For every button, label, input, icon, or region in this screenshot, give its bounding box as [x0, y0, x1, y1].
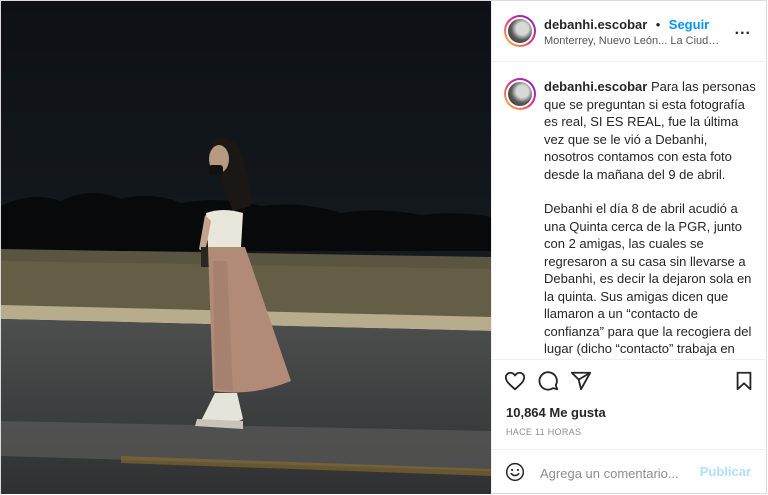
- post-sidebar: debanhi.escobar • Seguir Monterrey, Nuev…: [491, 1, 767, 494]
- header-line: debanhi.escobar • Seguir: [544, 16, 709, 34]
- emoji-icon[interactable]: [505, 462, 525, 482]
- more-options-button[interactable]: ...: [735, 21, 751, 39]
- caption-avatar[interactable]: [504, 78, 536, 110]
- avatar[interactable]: [504, 15, 536, 47]
- caption-username-link[interactable]: debanhi.escobar: [544, 79, 647, 94]
- separator: •: [655, 17, 661, 32]
- post-photo[interactable]: [1, 1, 491, 494]
- avatar-image: [508, 19, 532, 43]
- caption-avatar-image: [508, 82, 532, 106]
- follow-button[interactable]: Seguir: [669, 17, 709, 32]
- post-timestamp[interactable]: HACE 11 HORAS: [506, 427, 581, 437]
- caption-paragraph-1-text: Para las personas que se preguntan si es…: [544, 79, 756, 182]
- comment-icon[interactable]: [537, 370, 559, 392]
- username-link[interactable]: debanhi.escobar: [544, 17, 647, 32]
- comment-input[interactable]: [538, 462, 702, 484]
- post-header: debanhi.escobar • Seguir Monterrey, Nuev…: [492, 1, 767, 62]
- caption-paragraph-1: debanhi.escobar Para las personas que se…: [544, 78, 756, 183]
- instagram-post: debanhi.escobar • Seguir Monterrey, Nuev…: [0, 0, 767, 494]
- photo-scene: [1, 1, 491, 494]
- caption-text: debanhi.escobar Para las personas que se…: [544, 78, 756, 359]
- comment-bar: Publicar: [492, 449, 767, 494]
- publish-button[interactable]: Publicar: [700, 464, 751, 479]
- caption-paragraph-2: Debanhi el día 8 de abril acudió a una Q…: [544, 201, 752, 359]
- location-link[interactable]: Monterrey, Nuevo León... La Ciudad ...: [544, 35, 724, 47]
- share-icon[interactable]: [570, 370, 592, 392]
- like-count[interactable]: 10,864 Me gusta: [506, 405, 606, 420]
- bookmark-icon[interactable]: [733, 370, 755, 392]
- heart-icon[interactable]: [504, 370, 526, 392]
- caption-area: debanhi.escobar Para las personas que se…: [492, 62, 767, 360]
- action-bar: [492, 360, 767, 406]
